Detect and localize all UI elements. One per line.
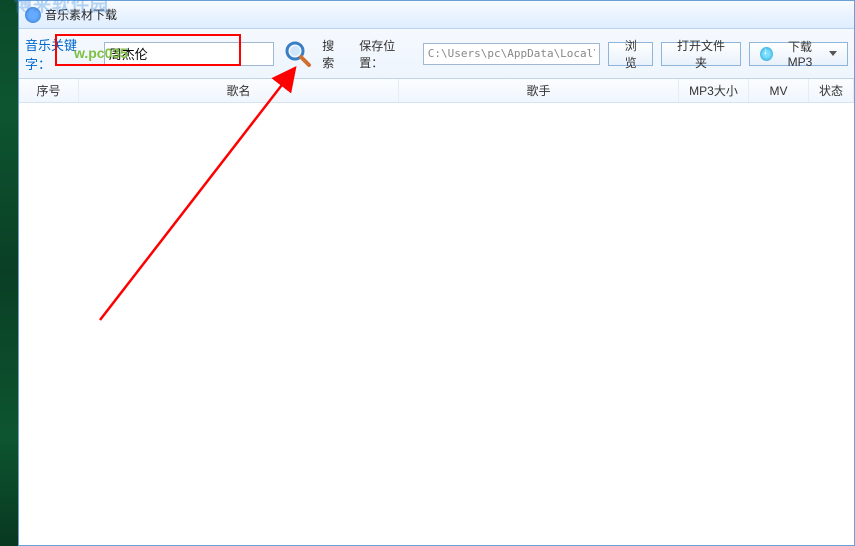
open-folder-button-label: 打开文件夹 <box>672 37 729 71</box>
results-table-body <box>19 103 854 545</box>
table-header-row: 序号 歌名 歌手 MP3大小 MV 状态 <box>19 79 854 103</box>
save-path-input[interactable] <box>423 43 601 65</box>
search-icon <box>283 39 313 69</box>
download-mp3-button[interactable]: 下载MP3 <box>749 42 848 66</box>
column-header-seq[interactable]: 序号 <box>19 79 79 102</box>
window-title: 音乐素材下载 <box>45 6 117 23</box>
column-header-mv[interactable]: MV <box>749 79 809 102</box>
app-window: 音乐素材下载 博来软件园 w.pc035 音乐关键字： 搜索 保存位置： 浏览 … <box>18 0 855 546</box>
save-location-label: 保存位置： <box>359 37 416 71</box>
app-logo-icon <box>25 7 41 23</box>
title-bar[interactable]: 音乐素材下载 博来软件园 <box>19 1 854 29</box>
column-header-name[interactable]: 歌名 <box>79 79 399 102</box>
search-button[interactable] <box>282 37 315 71</box>
browse-button[interactable]: 浏览 <box>608 42 653 66</box>
keyword-input[interactable] <box>104 42 274 66</box>
column-header-size[interactable]: MP3大小 <box>679 79 749 102</box>
search-label: 搜索 <box>322 37 345 71</box>
column-header-artist[interactable]: 歌手 <box>399 79 679 102</box>
chevron-down-icon <box>829 51 837 56</box>
browse-button-label: 浏览 <box>619 37 642 71</box>
column-header-status[interactable]: 状态 <box>809 79 854 102</box>
download-button-label: 下载MP3 <box>777 38 823 69</box>
keyword-label: 音乐关键字： <box>25 35 100 73</box>
desktop-background-strip <box>0 0 18 546</box>
toolbar: 音乐关键字： 搜索 保存位置： 浏览 打开文件夹 下载MP3 <box>19 29 854 79</box>
download-icon <box>760 47 773 61</box>
open-folder-button[interactable]: 打开文件夹 <box>661 42 740 66</box>
